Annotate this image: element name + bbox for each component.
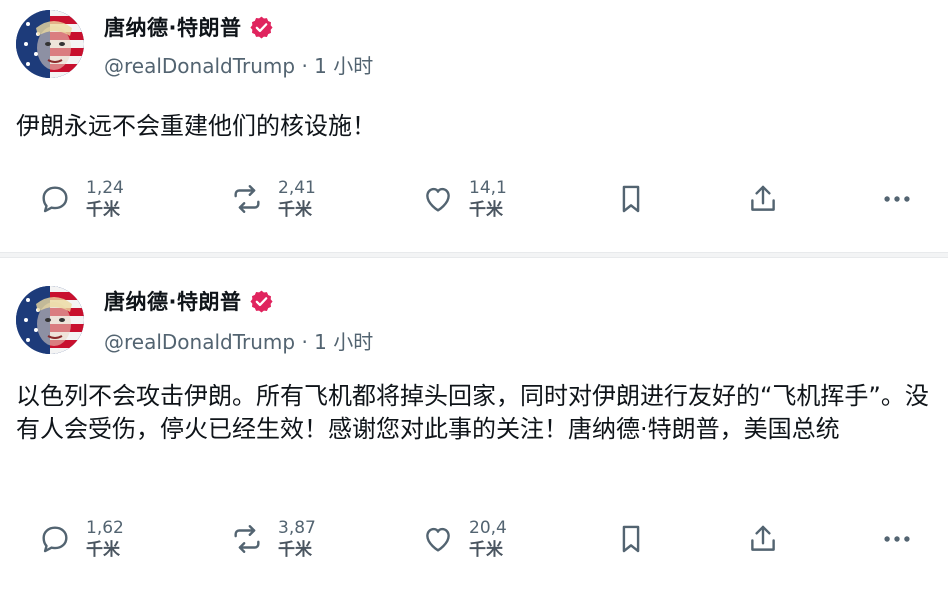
- repost-count: 3,87 千米: [278, 517, 316, 561]
- reply-count-unit: 千米: [86, 540, 120, 560]
- share-icon: [746, 522, 780, 556]
- bookmark-icon: [614, 182, 648, 216]
- reply-button[interactable]: 1,24 千米: [38, 174, 124, 224]
- reply-count-unit: 千米: [86, 200, 120, 220]
- repost-count-unit: 千米: [278, 200, 312, 220]
- reply-button[interactable]: 1,62 千米: [38, 514, 124, 564]
- like-count-number: 14,1: [469, 178, 507, 198]
- repost-icon: [230, 522, 264, 556]
- verified-badge-icon: [249, 289, 274, 314]
- like-button[interactable]: 20,4 千米: [421, 514, 507, 564]
- more-button[interactable]: [880, 514, 914, 564]
- repost-button[interactable]: 3,87 千米: [230, 514, 316, 564]
- author-handle[interactable]: @realDonaldTrump: [104, 54, 295, 78]
- like-icon: [421, 522, 455, 556]
- post[interactable]: 唐纳德·特朗普 @realDonaldTrump · 1 小时 伊朗永远不会重建…: [0, 0, 948, 252]
- action-bar: 1,24 千米 2,41 千米 14,1 千米: [0, 174, 948, 224]
- avatar-image: [16, 10, 84, 78]
- avatar[interactable]: [16, 286, 84, 354]
- meta-separator: ·: [301, 330, 315, 354]
- post-time[interactable]: 1 小时: [314, 54, 373, 78]
- reply-count-number: 1,62: [86, 518, 124, 538]
- action-bar: 1,62 千米 3,87 千米 20,4 千米: [0, 514, 948, 564]
- author-row: 唐纳德·特朗普: [104, 286, 274, 316]
- like-count: 14,1 千米: [469, 177, 507, 221]
- reply-count-number: 1,24: [86, 178, 124, 198]
- more-icon: [880, 182, 914, 216]
- bookmark-button[interactable]: [614, 174, 648, 224]
- repost-count: 2,41 千米: [278, 177, 316, 221]
- reply-count: 1,24 千米: [86, 177, 124, 221]
- share-icon: [746, 182, 780, 216]
- bookmark-icon: [614, 522, 648, 556]
- meta-separator: ·: [301, 54, 315, 78]
- post-time[interactable]: 1 小时: [314, 330, 373, 354]
- bookmark-button[interactable]: [614, 514, 648, 564]
- repost-count-number: 2,41: [278, 178, 316, 198]
- author-meta: @realDonaldTrump · 1 小时: [104, 50, 373, 79]
- more-icon: [880, 522, 914, 556]
- like-icon: [421, 182, 455, 216]
- reply-icon: [38, 522, 72, 556]
- post[interactable]: 唐纳德·特朗普 @realDonaldTrump · 1 小时 以色列不会攻击伊…: [0, 258, 948, 597]
- avatar-image: [16, 286, 84, 354]
- repost-count-number: 3,87: [278, 518, 316, 538]
- like-button[interactable]: 14,1 千米: [421, 174, 507, 224]
- author-name[interactable]: 唐纳德·特朗普: [104, 12, 241, 42]
- repost-icon: [230, 182, 264, 216]
- repost-button[interactable]: 2,41 千米: [230, 174, 316, 224]
- author-row: 唐纳德·特朗普: [104, 12, 274, 42]
- share-button[interactable]: [746, 514, 780, 564]
- repost-count-unit: 千米: [278, 540, 312, 560]
- author-handle[interactable]: @realDonaldTrump: [104, 330, 295, 354]
- like-count-unit: 千米: [469, 200, 503, 220]
- reply-icon: [38, 182, 72, 216]
- like-count: 20,4 千米: [469, 517, 507, 561]
- reply-count: 1,62 千米: [86, 517, 124, 561]
- share-button[interactable]: [746, 174, 780, 224]
- like-count-unit: 千米: [469, 540, 503, 560]
- avatar[interactable]: [16, 10, 84, 78]
- verified-badge-icon: [249, 15, 274, 40]
- more-button[interactable]: [880, 174, 914, 224]
- post-text: 以色列不会攻击伊朗。所有飞机都将掉头回家，同时对伊朗进行友好的“飞机挥手”。没有…: [16, 382, 929, 443]
- author-meta: @realDonaldTrump · 1 小时: [104, 326, 373, 355]
- author-name[interactable]: 唐纳德·特朗普: [104, 286, 241, 316]
- like-count-number: 20,4: [469, 518, 507, 538]
- post-text: 伊朗永远不会重建他们的核设施！: [16, 112, 376, 140]
